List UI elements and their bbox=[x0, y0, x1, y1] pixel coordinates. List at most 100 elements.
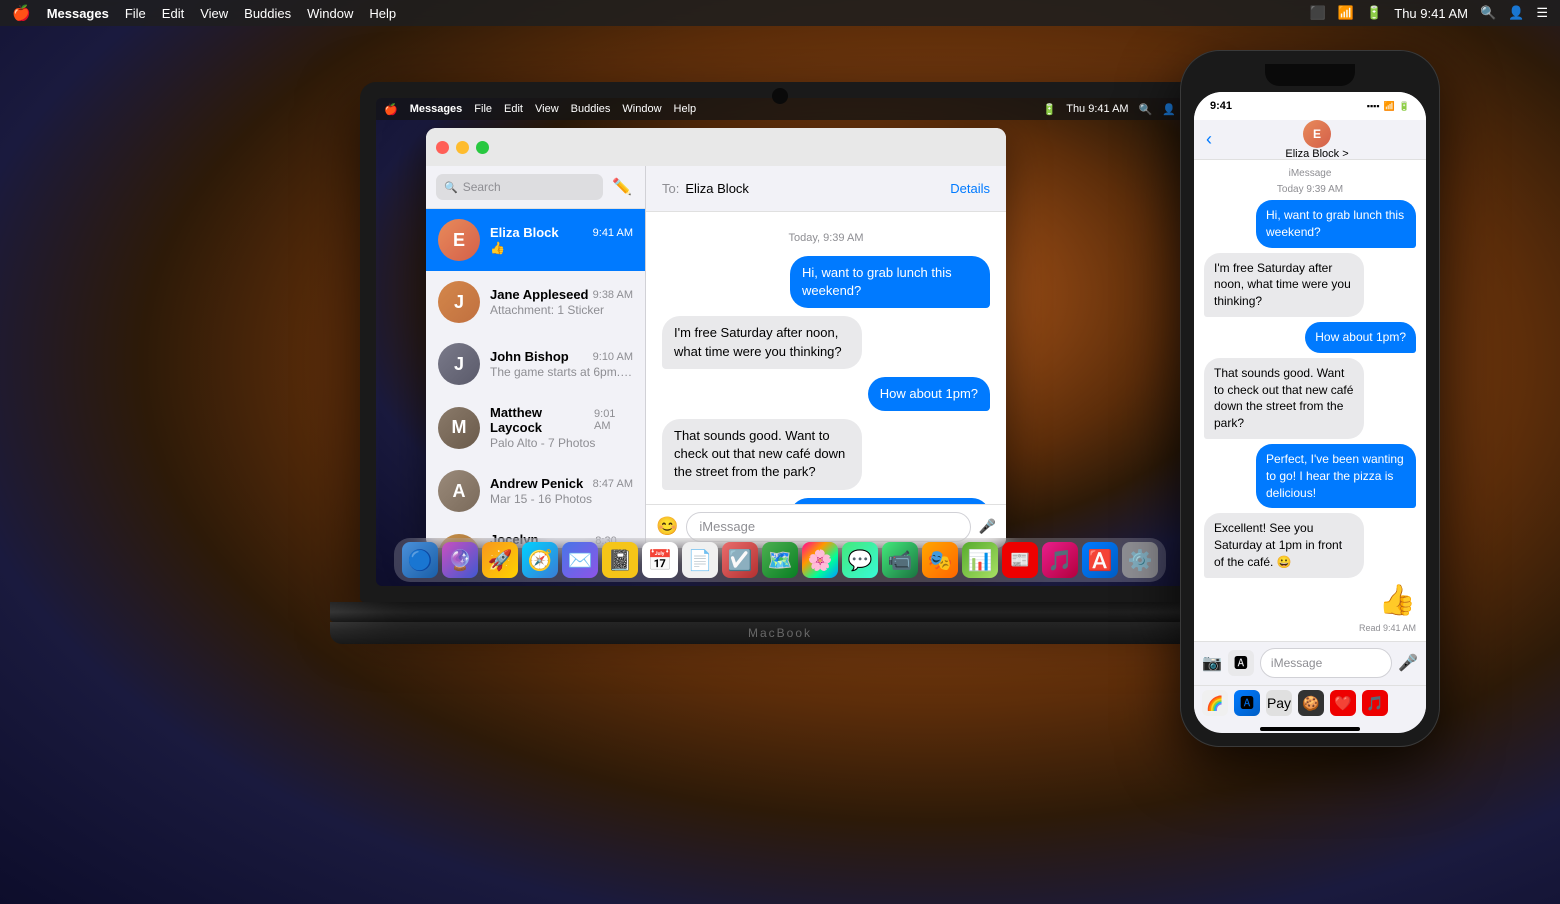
iphone-thumbsup: 👍 bbox=[1204, 583, 1416, 618]
iphone-imessage-input[interactable]: iMessage bbox=[1260, 648, 1392, 678]
dock-preview[interactable]: 📄 bbox=[682, 542, 718, 578]
conversation-eliza[interactable]: E Eliza Block 9:41 AM 👍 bbox=[426, 209, 645, 271]
menubar-messages[interactable]: Messages bbox=[47, 6, 109, 21]
close-button[interactable] bbox=[436, 141, 449, 154]
screen-search[interactable]: 🔍 bbox=[1139, 103, 1153, 116]
imessage-input[interactable]: iMessage bbox=[686, 512, 970, 542]
conv-info-andrew: Andrew Penick 8:47 AM Mar 15 - 16 Photos bbox=[490, 476, 633, 506]
iphone-app-heart[interactable]: ❤️ bbox=[1330, 690, 1356, 716]
menubar-help[interactable]: Help bbox=[369, 6, 396, 21]
camera bbox=[772, 88, 788, 104]
macbook-screen-bezel: 🍎 Messages File Edit View Buddies Window… bbox=[360, 82, 1200, 602]
conversation-andrew[interactable]: A Andrew Penick 8:47 AM Mar 15 - 16 Phot… bbox=[426, 460, 645, 522]
dock-news[interactable]: 📰 bbox=[1002, 542, 1038, 578]
dock-calendar[interactable]: 📅 bbox=[642, 542, 678, 578]
message-m3: How about 1pm? bbox=[662, 377, 990, 411]
screen-apple[interactable]: 🍎 bbox=[384, 103, 398, 116]
dock-settings[interactable]: ⚙️ bbox=[1122, 542, 1158, 578]
menubar-list-icon[interactable]: ☰ bbox=[1536, 5, 1548, 21]
menubar-user-icon[interactable]: 👤 bbox=[1508, 5, 1524, 21]
dock-safari[interactable]: 🧭 bbox=[522, 542, 558, 578]
conv-time-matthew: 9:01 AM bbox=[594, 408, 633, 432]
menubar-battery: 🔋 bbox=[1366, 5, 1382, 21]
dock-music[interactable]: 🎵 bbox=[1042, 542, 1078, 578]
conversation-john[interactable]: J John Bishop 9:10 AM The game starts at… bbox=[426, 333, 645, 395]
menubar-search-icon[interactable]: 🔍 bbox=[1480, 5, 1496, 21]
iphone-status-icons: ▪▪▪▪ 📶 🔋 bbox=[1367, 101, 1410, 112]
conv-preview-matthew: Palo Alto - 7 Photos bbox=[490, 436, 633, 450]
menubar-edit[interactable]: Edit bbox=[162, 6, 184, 21]
details-button[interactable]: Details bbox=[950, 181, 990, 196]
menubar-window[interactable]: Window bbox=[307, 6, 353, 21]
iphone-contact-block: E Eliza Block > bbox=[1220, 120, 1414, 160]
conv-info-eliza: Eliza Block 9:41 AM 👍 bbox=[490, 225, 633, 255]
screen-messages[interactable]: Messages bbox=[410, 103, 463, 115]
screen-edit[interactable]: Edit bbox=[504, 103, 523, 115]
screen-file[interactable]: File bbox=[474, 103, 492, 115]
iphone-today-label: Today 9:39 AM bbox=[1204, 184, 1416, 195]
dock-launchpad[interactable]: 🚀 bbox=[482, 542, 518, 578]
conv-name-andrew: Andrew Penick bbox=[490, 476, 583, 491]
screen-view[interactable]: View bbox=[535, 103, 559, 115]
search-icon: 🔍 bbox=[444, 181, 458, 194]
window-titlebar bbox=[426, 128, 1006, 166]
conv-time-eliza: 9:41 AM bbox=[593, 227, 633, 239]
menubar-airplay-icon: ⬛ bbox=[1310, 5, 1326, 21]
conv-name-jane: Jane Appleseed bbox=[490, 287, 589, 302]
iphone-app-pay[interactable]: Pay bbox=[1266, 690, 1292, 716]
iphone-app-photos[interactable]: 🌈 bbox=[1202, 690, 1228, 716]
iphone-app-strip: 🌈 🅰 Pay 🍪 ❤️ 🎵 bbox=[1202, 690, 1388, 716]
dock-finder[interactable]: 🔵 bbox=[402, 542, 438, 578]
iphone-appstore-button[interactable]: 🅰 bbox=[1228, 650, 1254, 676]
dock-maps[interactable]: 🗺️ bbox=[762, 542, 798, 578]
avatar-jane: J bbox=[438, 281, 480, 323]
screen-window[interactable]: Window bbox=[622, 103, 661, 115]
maximize-button[interactable] bbox=[476, 141, 489, 154]
dock-messages[interactable]: 💬 bbox=[842, 542, 878, 578]
conversation-matthew[interactable]: M Matthew Laycock 9:01 AM Palo Alto - 7 … bbox=[426, 395, 645, 460]
menubar-view[interactable]: View bbox=[200, 6, 228, 21]
compose-button[interactable]: ✏️ bbox=[609, 174, 635, 200]
iphone-contact-name[interactable]: Eliza Block > bbox=[1285, 148, 1348, 160]
emoji-button[interactable]: 😊 bbox=[656, 516, 678, 537]
dock-numbers[interactable]: 📊 bbox=[962, 542, 998, 578]
dock-mail[interactable]: ✉️ bbox=[562, 542, 598, 578]
dock-reminders[interactable]: ☑️ bbox=[722, 542, 758, 578]
iphone-app-music[interactable]: 🎵 bbox=[1362, 690, 1388, 716]
iphone-camera-button[interactable]: 📷 bbox=[1202, 653, 1222, 673]
iphone-back-button[interactable]: ‹ bbox=[1206, 129, 1212, 150]
dock-notes[interactable]: 📓 bbox=[602, 542, 638, 578]
dock-siri[interactable]: 🔮 bbox=[442, 542, 478, 578]
minimize-button[interactable] bbox=[456, 141, 469, 154]
iphone-mic-button[interactable]: 🎤 bbox=[1398, 653, 1418, 673]
conv-time-john: 9:10 AM bbox=[593, 351, 633, 363]
iphone-status-bar: 9:41 ▪▪▪▪ 📶 🔋 bbox=[1194, 92, 1426, 120]
iphone-app-appstore[interactable]: 🅰 bbox=[1234, 690, 1260, 716]
iphone-contact-avatar: E bbox=[1303, 120, 1331, 148]
message-m1: Hi, want to grab lunch this weekend? bbox=[662, 256, 990, 308]
menubar-wifi-icon: 📶 bbox=[1338, 5, 1354, 21]
dock-facetime[interactable]: 📹 bbox=[882, 542, 918, 578]
menubar-buddies[interactable]: Buddies bbox=[244, 6, 291, 21]
screen-user[interactable]: 👤 bbox=[1162, 103, 1176, 116]
conv-info-matthew: Matthew Laycock 9:01 AM Palo Alto - 7 Ph… bbox=[490, 405, 633, 450]
apple-menu[interactable]: 🍎 bbox=[12, 4, 31, 22]
dock-photos[interactable]: 🌸 bbox=[802, 542, 838, 578]
conversation-jane[interactable]: J Jane Appleseed 9:38 AM Attachment: 1 S… bbox=[426, 271, 645, 333]
screen-help[interactable]: Help bbox=[674, 103, 697, 115]
conv-preview-eliza: 👍 bbox=[490, 241, 633, 255]
dock-appstore[interactable]: 🅰️ bbox=[1082, 542, 1118, 578]
iphone-app-cookie[interactable]: 🍪 bbox=[1298, 690, 1324, 716]
iphone-bubble-2: I'm free Saturday after noon, what time … bbox=[1204, 253, 1364, 317]
macbook-base: MacBook bbox=[330, 622, 1230, 644]
iphone-input-placeholder: iMessage bbox=[1271, 656, 1322, 670]
bubble-m2: I'm free Saturday after noon, what time … bbox=[662, 316, 862, 368]
menubar-file[interactable]: File bbox=[125, 6, 146, 21]
iphone-home-indicator[interactable] bbox=[1260, 727, 1360, 731]
iphone-bubble-4: That sounds good. Want to check out that… bbox=[1204, 358, 1364, 439]
mic-button[interactable]: 🎤 bbox=[979, 518, 996, 535]
screen-buddies[interactable]: Buddies bbox=[571, 103, 611, 115]
dock-keynote[interactable]: 🎭 bbox=[922, 542, 958, 578]
imessage-placeholder: iMessage bbox=[699, 519, 755, 534]
search-input[interactable]: 🔍 Search bbox=[436, 174, 603, 200]
